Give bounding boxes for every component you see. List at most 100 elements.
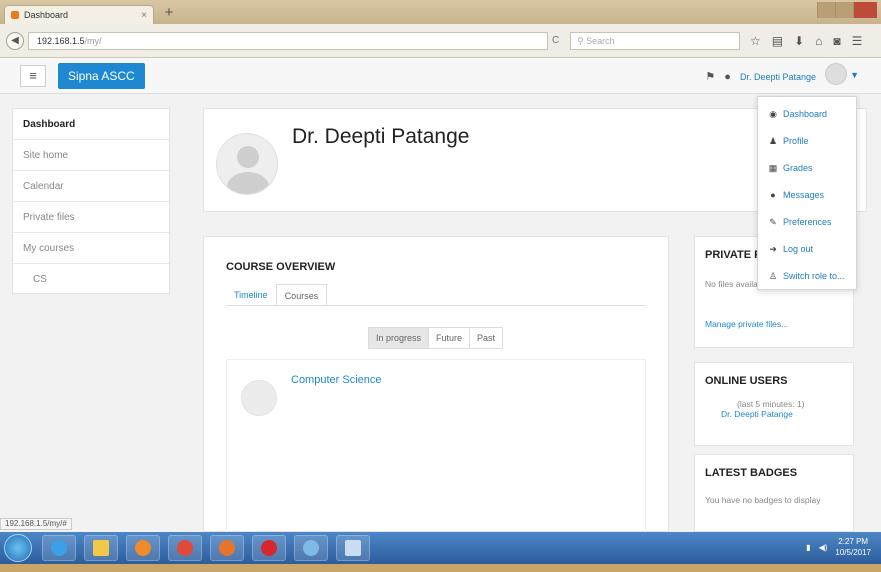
table-icon: ▦ bbox=[768, 163, 778, 173]
url-path: /my/ bbox=[84, 36, 102, 46]
star-icon[interactable]: ☆ bbox=[750, 32, 761, 50]
menu-item-preferences[interactable]: ✎ Preferences bbox=[758, 209, 856, 236]
manage-private-files-link[interactable]: Manage private files... bbox=[695, 319, 853, 329]
nav-item-my-courses[interactable]: My courses bbox=[13, 233, 169, 264]
sign-out-icon: ➜ bbox=[769, 244, 777, 254]
back-button[interactable]: ◀ bbox=[6, 32, 24, 50]
menu-item-dashboard[interactable]: ◉ Dashboard bbox=[758, 101, 856, 128]
media-player-taskbar-icon[interactable] bbox=[126, 535, 160, 561]
close-window-button[interactable] bbox=[852, 2, 877, 18]
opera-taskbar-icon[interactable] bbox=[252, 535, 286, 561]
moodle-favicon-icon bbox=[11, 11, 19, 19]
network-icon[interactable]: ▮ bbox=[806, 543, 810, 552]
menu-item-switch-role[interactable]: ♙ Switch role to... bbox=[758, 263, 856, 290]
comment-icon: ● bbox=[770, 190, 776, 200]
course-filter-group: In progress Future Past bbox=[368, 327, 504, 349]
nav-item-site-home[interactable]: Site home bbox=[13, 140, 169, 171]
user-menu-dropdown: ◉ Dashboard ♟ Profile ▦ Grades ● Messages ✎ P… bbox=[757, 96, 857, 290]
filter-in-progress-button[interactable]: In progress bbox=[368, 327, 430, 349]
tab-courses[interactable]: Courses bbox=[275, 284, 328, 306]
nav-item-course-cs[interactable]: CS bbox=[13, 264, 169, 295]
menu-item-label: Log out bbox=[783, 244, 814, 254]
menu-item-grades[interactable]: ▦ Grades bbox=[758, 155, 856, 182]
avatar-body-shape bbox=[227, 172, 269, 194]
menu-item-log-out[interactable]: ➜ Log out bbox=[758, 236, 856, 263]
course-overview-tabs: Timeline Courses bbox=[226, 284, 328, 306]
system-tray: ▮ ◀) 2:27 PM 10/5/2017 bbox=[806, 536, 871, 558]
messages-icon[interactable]: ● bbox=[724, 71, 731, 83]
browser-tab-dashboard[interactable]: Dashboard × bbox=[4, 5, 154, 24]
ie-taskbar-icon[interactable] bbox=[42, 535, 76, 561]
online-users-period: (last 5 minutes: 1) bbox=[737, 399, 805, 409]
course-link[interactable]: Computer Science bbox=[291, 374, 382, 386]
explorer-taskbar-icon[interactable] bbox=[84, 535, 118, 561]
menu-item-label: Preferences bbox=[783, 217, 832, 227]
library-icon[interactable]: ▤ bbox=[772, 32, 783, 50]
nav-item-calendar[interactable]: Calendar bbox=[13, 171, 169, 202]
menu-item-label: Switch role to... bbox=[783, 271, 845, 281]
online-user-link[interactable]: Dr. Deepti Patange bbox=[695, 409, 853, 419]
chevron-down-icon[interactable]: ▼ bbox=[850, 70, 859, 80]
start-button[interactable] bbox=[4, 534, 32, 562]
menu-item-label: Messages bbox=[783, 190, 825, 200]
course-image[interactable] bbox=[241, 380, 277, 416]
url-field[interactable]: 192.168.1.5/my/ bbox=[28, 32, 548, 50]
page-title: Dr. Deepti Patange bbox=[292, 125, 470, 148]
pocket-icon[interactable]: ◙ bbox=[833, 32, 840, 50]
browser-toolbar-icons: ☆ ▤ ⬇ ⌂ ◙ ☰ bbox=[750, 32, 862, 50]
menu-item-messages[interactable]: ● Messages bbox=[758, 182, 856, 209]
filter-past-button[interactable]: Past bbox=[469, 327, 504, 349]
menu-item-profile[interactable]: ♟ Profile bbox=[758, 128, 856, 155]
menu-item-label: Profile bbox=[783, 136, 809, 146]
address-bar-row: ◀ 192.168.1.5/my/ C ⚲ Search ☆ ▤ ⬇ ⌂ ◙ ☰ bbox=[0, 24, 881, 58]
navbar-user-area: ⚑ ● Dr. Deepti Patange bbox=[705, 63, 847, 85]
chrome-taskbar-icon[interactable] bbox=[168, 535, 202, 561]
menu-item-label: Dashboard bbox=[783, 109, 828, 119]
home-icon[interactable]: ⌂ bbox=[815, 32, 822, 50]
badges-empty-text: You have no badges to display bbox=[705, 495, 821, 505]
avatar[interactable] bbox=[825, 63, 847, 85]
taskbar-clock[interactable]: 2:27 PM 10/5/2017 bbox=[835, 536, 871, 558]
tab-close-icon[interactable]: × bbox=[141, 10, 147, 21]
firefox-taskbar-icon[interactable] bbox=[210, 535, 244, 561]
site-name-button[interactable]: Sipna ASCC bbox=[58, 63, 145, 89]
moodle-page: ≡ Sipna ASCC ⚑ ● Dr. Deepti Patange ▼ Da… bbox=[0, 58, 881, 532]
new-tab-button[interactable]: + bbox=[160, 4, 178, 22]
window-taskbar-icon[interactable] bbox=[336, 535, 370, 561]
nav-item-dashboard[interactable]: Dashboard bbox=[13, 109, 169, 140]
browser-search-input[interactable]: ⚲ Search bbox=[570, 32, 740, 50]
online-users-block: ONLINE USERS (last 5 minutes: 1) Dr. Dee… bbox=[694, 362, 854, 446]
clock-time: 2:27 PM bbox=[838, 537, 869, 546]
navbar-user-name[interactable]: Dr. Deepti Patange bbox=[740, 72, 816, 82]
menu-icon[interactable]: ☰ bbox=[852, 32, 863, 50]
tab-divider bbox=[226, 305, 646, 306]
notification-bell-icon[interactable]: ⚑ bbox=[705, 70, 715, 83]
course-overview-block: COURSE OVERVIEW Timeline Courses In prog… bbox=[203, 236, 669, 532]
user-avatar[interactable] bbox=[216, 133, 278, 195]
menu-item-label: Grades bbox=[783, 163, 813, 173]
online-users-title: ONLINE USERS bbox=[705, 375, 788, 387]
course-card: Computer Science bbox=[226, 359, 646, 532]
tab-title: Dashboard bbox=[24, 10, 69, 20]
minimize-button[interactable] bbox=[817, 2, 835, 18]
tab-timeline[interactable]: Timeline bbox=[226, 284, 276, 306]
download-icon[interactable]: ⬇ bbox=[794, 32, 804, 50]
top-navbar: ≡ Sipna ASCC ⚑ ● Dr. Deepti Patange ▼ bbox=[0, 58, 881, 94]
maximize-button[interactable] bbox=[834, 2, 853, 18]
drawer-toggle-button[interactable]: ≡ bbox=[20, 65, 46, 87]
search-placeholder: Search bbox=[586, 36, 615, 46]
user-icon: ♟ bbox=[768, 136, 778, 146]
avatar-head-shape bbox=[237, 146, 259, 168]
app-taskbar-icon[interactable] bbox=[294, 535, 328, 561]
latest-badges-title: LATEST BADGES bbox=[705, 467, 798, 479]
status-url-tooltip: 192.168.1.5/my/# bbox=[0, 518, 72, 530]
nav-item-private-files[interactable]: Private files bbox=[13, 202, 169, 233]
volume-icon[interactable]: ◀) bbox=[819, 543, 828, 552]
taskbar-apps bbox=[42, 535, 370, 561]
clock-date: 10/5/2017 bbox=[835, 548, 871, 557]
search-icon: ⚲ bbox=[577, 36, 587, 46]
user-secret-icon: ♙ bbox=[768, 271, 778, 281]
filter-future-button[interactable]: Future bbox=[428, 327, 471, 349]
latest-badges-block: LATEST BADGES You have no badges to disp… bbox=[694, 454, 854, 532]
reload-icon[interactable]: C bbox=[552, 32, 568, 50]
